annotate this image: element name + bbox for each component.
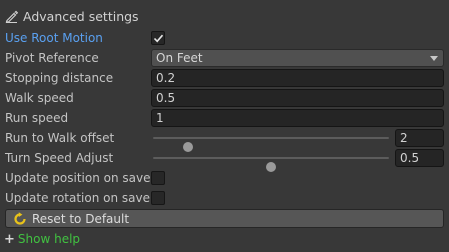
run-to-walk-offset-field[interactable]: 2 xyxy=(395,129,444,147)
use-root-motion-checkbox[interactable] xyxy=(151,31,165,45)
pivot-reference-value: On Feet xyxy=(156,51,203,65)
pivot-reference-row: Pivot Reference On Feet xyxy=(0,48,449,68)
run-speed-field[interactable]: 1 xyxy=(151,109,444,127)
chevron-down-icon xyxy=(429,50,439,66)
reset-to-default-label: Reset to Default xyxy=(32,211,130,226)
section-title: Advanced settings xyxy=(23,8,139,24)
stopping-distance-field[interactable]: 0.2 xyxy=(151,69,444,87)
turn-speed-adjust-field[interactable]: 0.5 xyxy=(395,149,444,167)
turn-speed-adjust-row: Turn Speed Adjust 0.5 xyxy=(0,148,449,172)
run-speed-row: Run speed 1 xyxy=(0,108,449,128)
update-position-on-save-label: Update position on save xyxy=(5,171,151,185)
turn-speed-adjust-slider[interactable] xyxy=(153,157,389,172)
advanced-settings-header[interactable]: Advanced settings xyxy=(4,6,139,26)
turn-speed-adjust-label: Turn Speed Adjust xyxy=(5,151,114,165)
show-help-label: Show help xyxy=(17,232,81,246)
stopping-distance-label: Stopping distance xyxy=(5,71,114,85)
use-root-motion-row: Use Root Motion xyxy=(0,28,449,48)
show-help-toggle[interactable]: + Show help xyxy=(4,230,80,248)
update-position-on-save-checkbox[interactable] xyxy=(151,171,165,185)
run-to-walk-offset-slider[interactable] xyxy=(153,137,389,152)
checkmark-icon xyxy=(153,34,163,42)
update-position-on-save-row: Update position on save xyxy=(0,168,449,188)
stopping-distance-row: Stopping distance 0.2 xyxy=(0,68,449,88)
update-rotation-on-save-checkbox[interactable] xyxy=(151,191,165,205)
run-speed-label: Run speed xyxy=(5,111,69,125)
refresh-icon xyxy=(12,211,28,227)
pencil-icon xyxy=(4,9,18,23)
use-root-motion-label: Use Root Motion xyxy=(5,31,103,45)
run-to-walk-offset-label: Run to Walk offset xyxy=(5,131,115,145)
walk-speed-label: Walk speed xyxy=(5,91,74,105)
run-to-walk-offset-row: Run to Walk offset 2 xyxy=(0,128,449,152)
update-rotation-on-save-label: Update rotation on save xyxy=(5,191,150,205)
pivot-reference-label: Pivot Reference xyxy=(5,51,99,65)
pivot-reference-dropdown[interactable]: On Feet xyxy=(151,49,444,67)
walk-speed-field[interactable]: 0.5 xyxy=(151,89,444,107)
plus-icon: + xyxy=(4,231,15,247)
update-rotation-on-save-row: Update rotation on save xyxy=(0,188,449,208)
walk-speed-row: Walk speed 0.5 xyxy=(0,88,449,108)
reset-to-default-button[interactable]: Reset to Default xyxy=(5,209,444,228)
